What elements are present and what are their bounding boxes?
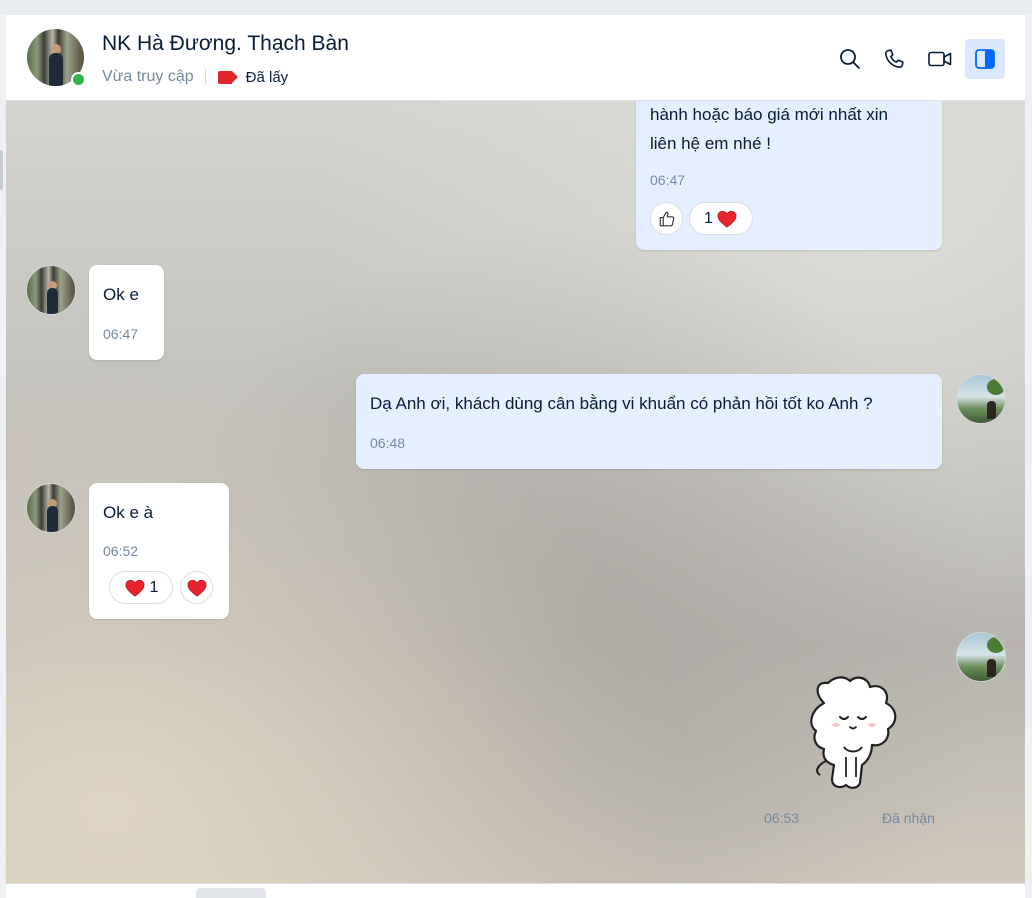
message-text-line: liên hệ em nhé ! bbox=[650, 134, 771, 153]
message-list[interactable]: hành hoặc báo giá mới nhất xin liên hệ e… bbox=[6, 101, 1025, 883]
avatar-person-body bbox=[49, 53, 63, 86]
avatar-foliage bbox=[987, 637, 1005, 653]
message-text-line: Ok e bbox=[103, 285, 139, 304]
message-time: 06:53 bbox=[764, 810, 800, 826]
delivery-status: Đã nhận bbox=[882, 810, 935, 826]
composer-area-edge bbox=[6, 883, 1025, 898]
avatar-figure bbox=[987, 401, 996, 419]
reaction-thumbs-up[interactable] bbox=[650, 202, 683, 235]
heart-icon bbox=[187, 579, 206, 597]
video-icon bbox=[928, 51, 952, 67]
chat-header: NK Hà Đương. Thạch Bàn Vừa truy cập Đã l… bbox=[6, 15, 1025, 101]
sidebar-toggle-icon bbox=[975, 49, 995, 69]
online-status-dot bbox=[71, 72, 86, 87]
video-call-button[interactable] bbox=[920, 39, 960, 79]
heart-icon bbox=[717, 210, 737, 228]
avatar-foliage bbox=[987, 379, 1005, 395]
search-button[interactable] bbox=[830, 39, 870, 79]
label-tag-icon[interactable] bbox=[217, 70, 238, 84]
message-time: 06:47 bbox=[103, 326, 139, 342]
reaction-heart-count[interactable]: 1 bbox=[689, 202, 753, 235]
label-tag-text[interactable]: Đã lấy bbox=[246, 69, 289, 86]
window-top-strip bbox=[0, 0, 1032, 15]
contact-avatar-small[interactable] bbox=[26, 483, 76, 533]
message-bubble-mine[interactable]: Dạ Anh ơi, khách dùng cân bằng vi khuẩn … bbox=[356, 374, 942, 469]
toggle-info-panel-button[interactable] bbox=[965, 39, 1005, 79]
bunny-sticker-icon bbox=[810, 676, 897, 789]
contact-name[interactable]: NK Hà Đương. Thạch Bàn bbox=[102, 32, 349, 56]
thumbs-up-icon bbox=[659, 211, 674, 226]
avatar-person-body bbox=[47, 288, 58, 314]
avatar-person-body bbox=[47, 506, 58, 532]
message-text-line: Dạ Anh ơi, khách dùng cân bằng vi khuẩn … bbox=[370, 394, 873, 413]
phone-icon bbox=[884, 49, 904, 69]
message-bubble-contact[interactable]: Ok e à 06:52 1 bbox=[89, 483, 229, 619]
composer-toolbar-tab[interactable] bbox=[196, 888, 266, 898]
contact-status-row: Vừa truy cập Đã lấy bbox=[102, 66, 288, 88]
message-time: 06:47 bbox=[650, 172, 686, 188]
message-time: 06:48 bbox=[370, 435, 406, 451]
message-text-line: hành hoặc báo giá mới nhất xin bbox=[650, 105, 888, 124]
scroll-indicator[interactable] bbox=[0, 150, 3, 190]
message-bubble-contact[interactable]: Ok e 06:47 bbox=[89, 265, 164, 360]
bunny-sticker[interactable] bbox=[806, 673, 912, 793]
status-divider bbox=[204, 69, 206, 85]
contact-avatar-small[interactable] bbox=[26, 265, 76, 315]
last-seen-text: Vừa truy cập bbox=[102, 68, 194, 85]
right-panel-edge bbox=[1025, 15, 1032, 898]
message-time: 06:52 bbox=[103, 543, 139, 559]
add-heart-reaction[interactable] bbox=[180, 571, 213, 604]
reaction-count: 1 bbox=[704, 209, 713, 227]
heart-icon bbox=[125, 579, 145, 597]
reaction-heart-count[interactable]: 1 bbox=[109, 571, 173, 604]
avatar-figure bbox=[987, 659, 996, 677]
call-button[interactable] bbox=[874, 39, 914, 79]
message-text-line: Ok e à bbox=[103, 503, 154, 522]
my-avatar-small[interactable] bbox=[956, 632, 1006, 682]
search-icon bbox=[840, 49, 860, 69]
reaction-count: 1 bbox=[149, 578, 159, 596]
message-bubble-mine[interactable]: hành hoặc báo giá mới nhất xin liên hệ e… bbox=[636, 101, 942, 250]
my-avatar-small[interactable] bbox=[956, 374, 1006, 424]
